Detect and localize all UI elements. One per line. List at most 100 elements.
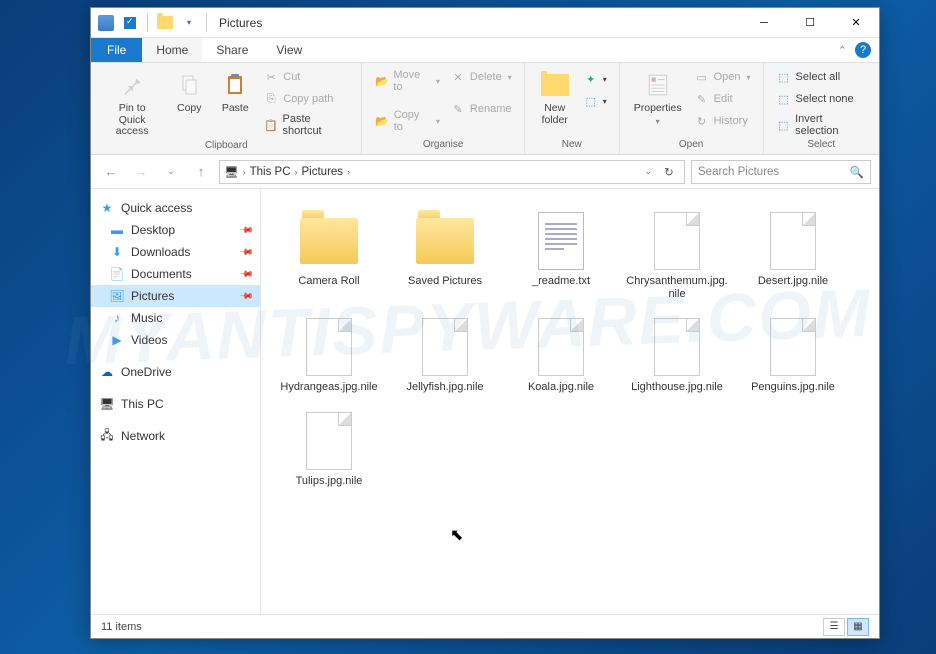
recent-button[interactable]: ⌄ <box>159 160 183 184</box>
file-name: Jellyfish.jpg.nile <box>406 381 483 394</box>
delete-icon: ✕ <box>450 69 466 85</box>
blank-icon <box>641 317 713 377</box>
new-group-label: New <box>533 139 611 152</box>
up-button[interactable]: ↑ <box>189 160 213 184</box>
collapse-ribbon-icon[interactable]: ⌃ <box>838 44 847 57</box>
sidebar-downloads[interactable]: ⬇Downloads📌 <box>91 241 260 263</box>
file-item[interactable]: Saved Pictures <box>389 207 501 305</box>
select-all-icon: ⬚ <box>776 69 792 85</box>
file-name: Hydrangeas.jpg.nile <box>280 381 377 394</box>
pin-icon <box>116 69 148 101</box>
breadcrumb-bar[interactable]: 🖥 › This PC › Pictures › ⌄ ↻ <box>219 160 685 184</box>
open-button[interactable]: ▭Open▾ <box>690 67 755 87</box>
forward-button[interactable]: → <box>129 160 153 184</box>
file-item[interactable]: _readme.txt <box>505 207 617 305</box>
file-name: _readme.txt <box>532 275 590 288</box>
breadcrumb-current[interactable]: Pictures <box>302 166 344 178</box>
paste-button[interactable]: Paste <box>213 67 257 117</box>
file-item[interactable]: Penguins.jpg.nile <box>737 313 849 398</box>
status-text: 11 items <box>101 621 142 633</box>
minimize-button[interactable]: ─ <box>741 8 787 38</box>
sidebar-network[interactable]: 🖧Network <box>91 425 260 447</box>
select-none-button[interactable]: ⬚Select none <box>772 89 871 109</box>
view-details-button[interactable]: ☰ <box>823 618 845 636</box>
paste-icon <box>219 69 251 101</box>
menu-share[interactable]: Share <box>202 38 262 62</box>
txt-icon <box>525 211 597 271</box>
breadcrumb-root[interactable]: This PC <box>250 166 291 178</box>
blank-icon <box>757 211 829 271</box>
cut-icon: ✂ <box>263 69 279 85</box>
pin-icon: 📌 <box>239 244 255 260</box>
open-group-label: Open <box>628 139 755 152</box>
history-button[interactable]: ↻History <box>690 111 755 131</box>
edit-button[interactable]: ✎Edit <box>690 89 755 109</box>
close-button[interactable]: ✕ <box>833 8 879 38</box>
file-item[interactable]: Koala.jpg.nile <box>505 313 617 398</box>
sidebar-videos[interactable]: ▶Videos <box>91 329 260 351</box>
copy-button[interactable]: Copy <box>167 67 211 117</box>
file-item[interactable]: Hydrangeas.jpg.nile <box>273 313 385 398</box>
file-item[interactable]: Desert.jpg.nile <box>737 207 849 305</box>
file-name: Koala.jpg.nile <box>528 381 594 394</box>
invert-selection-button[interactable]: ⬚Invert selection <box>772 111 871 139</box>
organise-group-label: Organise <box>370 139 515 152</box>
dropdown-icon[interactable]: ⌄ <box>644 166 652 177</box>
folder-icon <box>154 12 176 34</box>
move-to-button[interactable]: 📂Move to▾ <box>370 67 443 95</box>
file-item[interactable]: Camera Roll <box>273 207 385 305</box>
rename-button[interactable]: ✎Rename <box>446 99 516 119</box>
qat-icon[interactable]: ✓ <box>119 12 141 34</box>
invert-icon: ⬚ <box>776 117 792 133</box>
copy-path-button[interactable]: ⎘Copy path <box>259 89 353 109</box>
blank-icon <box>409 317 481 377</box>
new-item-button[interactable]: ✦▾ <box>579 69 611 89</box>
menu-view[interactable]: View <box>262 38 316 62</box>
view-icons-button[interactable]: ▦ <box>847 618 869 636</box>
blank-icon <box>757 317 829 377</box>
new-folder-button[interactable]: New folder <box>533 67 577 128</box>
file-item[interactable]: Jellyfish.jpg.nile <box>389 313 501 398</box>
edit-icon: ✎ <box>694 91 710 107</box>
sidebar-music[interactable]: ♪Music <box>91 307 260 329</box>
sidebar-onedrive[interactable]: ☁OneDrive <box>91 361 260 383</box>
menu-file[interactable]: File <box>91 38 142 62</box>
sidebar-documents[interactable]: 📄Documents📌 <box>91 263 260 285</box>
maximize-button[interactable]: ☐ <box>787 8 833 38</box>
blank-icon <box>293 411 365 471</box>
history-icon: ↻ <box>694 113 710 129</box>
file-item[interactable]: Tulips.jpg.nile <box>273 407 385 492</box>
qat-dropdown-icon[interactable]: ▾ <box>178 12 200 34</box>
explorer-window: ✓ ▾ Pictures ─ ☐ ✕ File Home Share View … <box>90 7 880 639</box>
easy-access-button[interactable]: ⬚▾ <box>579 91 611 111</box>
cut-button[interactable]: ✂Cut <box>259 67 353 87</box>
file-item[interactable]: Lighthouse.jpg.nile <box>621 313 733 398</box>
delete-button[interactable]: ✕Delete▾ <box>446 67 516 87</box>
search-input[interactable]: Search Pictures 🔍 <box>691 160 871 184</box>
window-title: Pictures <box>219 16 262 30</box>
move-to-icon: 📂 <box>374 73 389 89</box>
copy-to-button[interactable]: 📂Copy to▾ <box>370 107 443 135</box>
this-pc-icon: 🖥 <box>99 396 115 412</box>
select-all-button[interactable]: ⬚Select all <box>772 67 871 87</box>
navigation-pane: ★Quick access ▬Desktop📌 ⬇Downloads📌 📄Doc… <box>91 189 261 614</box>
blank-icon <box>293 317 365 377</box>
sidebar-this-pc[interactable]: 🖥This PC <box>91 393 260 415</box>
paste-shortcut-button[interactable]: 📋Paste shortcut <box>259 111 353 139</box>
search-placeholder: Search Pictures <box>698 166 779 178</box>
refresh-button[interactable]: ↻ <box>658 165 680 179</box>
help-icon[interactable]: ? <box>855 42 871 58</box>
pin-to-quick-access-button[interactable]: Pin to Quick access <box>99 67 165 140</box>
sidebar-desktop[interactable]: ▬Desktop📌 <box>91 219 260 241</box>
sidebar-quick-access[interactable]: ★Quick access <box>91 197 260 219</box>
file-name: Saved Pictures <box>408 275 482 288</box>
menu-home[interactable]: Home <box>142 38 202 62</box>
properties-button[interactable]: Properties ▾ <box>628 67 688 128</box>
file-list[interactable]: Camera Roll Saved Pictures _readme.txt Chry… <box>261 189 879 614</box>
sidebar-pictures[interactable]: 🖼Pictures📌 <box>91 285 260 307</box>
file-name: Camera Roll <box>298 275 359 288</box>
back-button[interactable]: ← <box>99 160 123 184</box>
file-item[interactable]: Chrysanthemum.jpg.nile <box>621 207 733 305</box>
search-icon: 🔍 <box>850 165 864 179</box>
desktop-icon: ▬ <box>109 222 125 238</box>
